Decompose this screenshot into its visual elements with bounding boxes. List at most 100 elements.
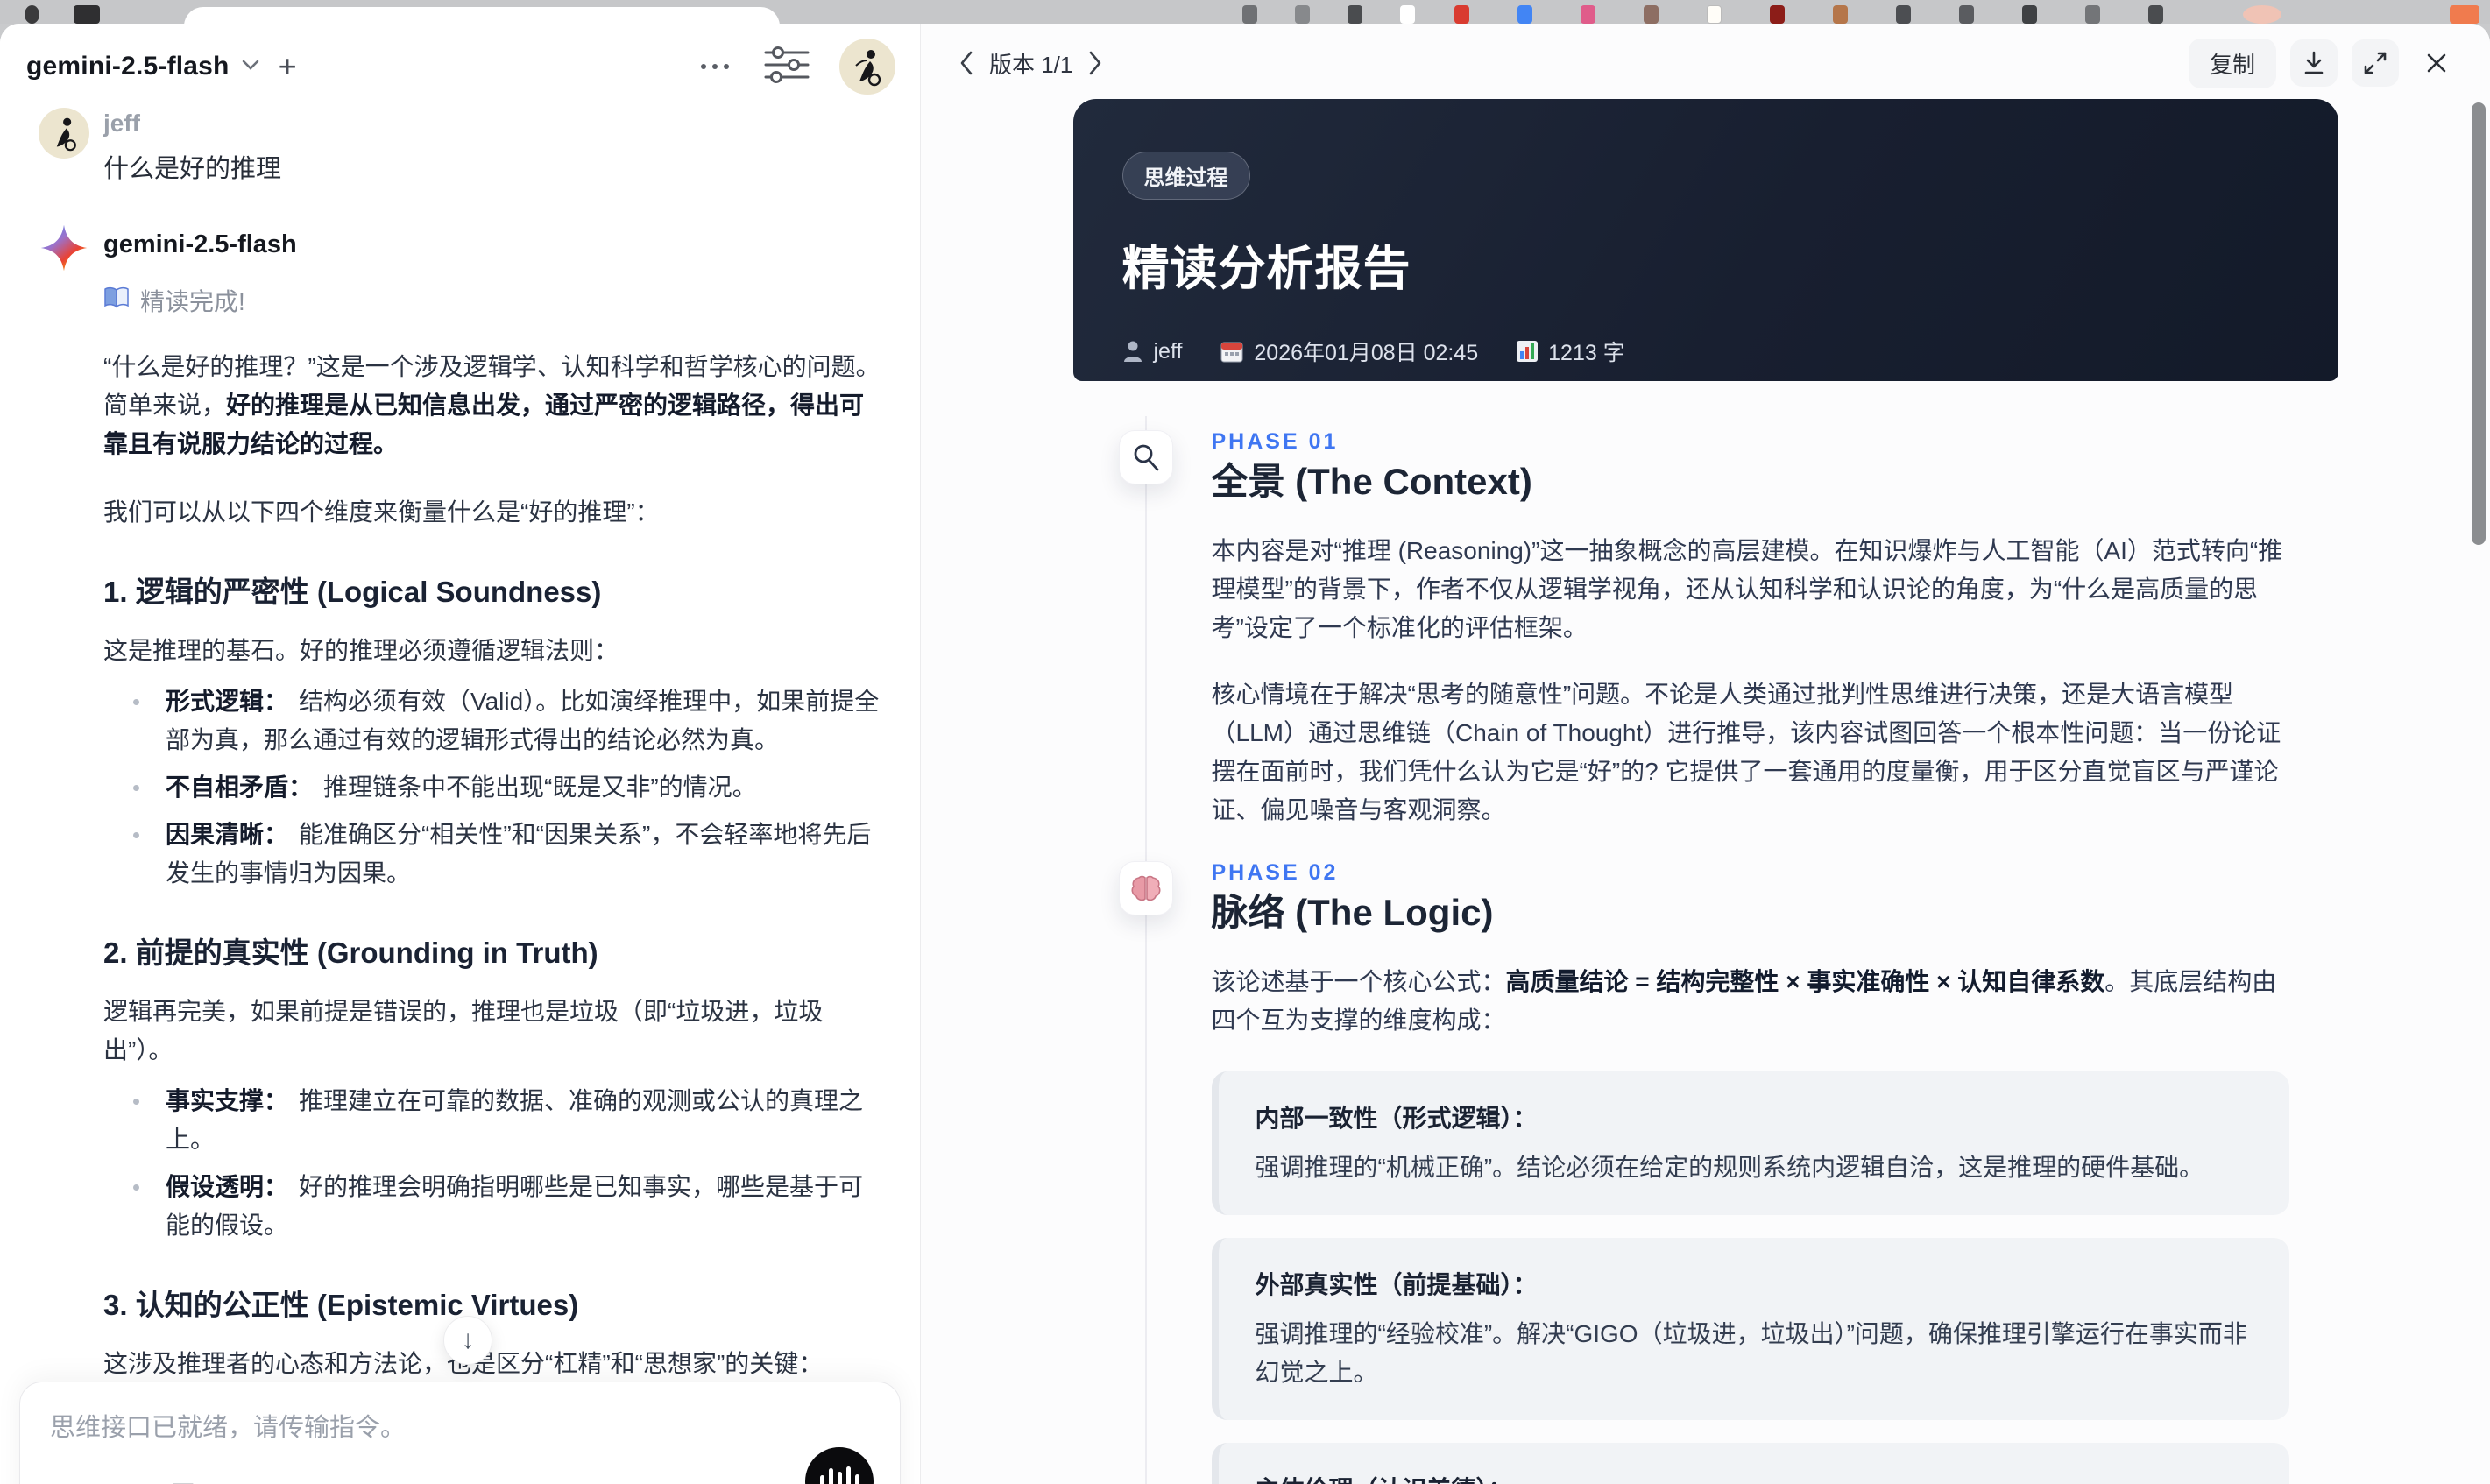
address-bar[interactable] [184, 7, 780, 24]
browser-extension-icon[interactable] [1770, 5, 1785, 24]
assistant-paragraph: 我们可以从以下四个维度来衡量什么是“好的推理”： [103, 498, 660, 526]
voice-input-button[interactable] [805, 1447, 874, 1484]
browser-extension-icon[interactable] [1242, 5, 1257, 24]
report-phases: PHASE 01 全景 (The Context) 本内容是对“推理 (Reas… [1073, 381, 2338, 1484]
model-selector[interactable]: gemini-2.5-flash [26, 52, 230, 81]
section-lead: 这是推理的基石。好的推理必须遵循逻辑法则： [103, 637, 619, 664]
list-item: 事实支撑： 推理建立在可靠的数据、准确的观测或公认的真理之上。 [103, 1082, 881, 1159]
section-heading: 1. 逻辑的严密性 (Logical Soundness) [103, 576, 602, 608]
report-scrollbar[interactable] [2472, 102, 2486, 545]
model-settings-icon[interactable] [764, 46, 810, 88]
user-message-text: 什么是好的推理 [103, 155, 282, 183]
bar-chart-icon [1517, 341, 1539, 362]
arrow-down-icon: ↓ [461, 1325, 475, 1354]
version-nav: 版本 1/1 [958, 47, 1104, 80]
chat-messages: jeff 什么是好的推理 gemini-2.5-flash 精读完成! “什么是… [0, 101, 920, 1484]
bullet-dot [133, 1184, 139, 1191]
chat-input[interactable]: 思维接口已就绪，请传输指令。 [50, 1407, 870, 1444]
prev-version-button[interactable] [958, 50, 975, 76]
list-item: 因果清晰： 能准确区分“相关性”和“因果关系”，不会轻率地将先后发生的事情归为因果… [103, 816, 881, 893]
report-date: 2026年01月08日 02:45 [1220, 336, 1478, 367]
browser-extension-icon[interactable] [1896, 5, 1911, 24]
list-item: 形式逻辑： 结构必须有效（Valid）。比如演绎推理中，如果前提全部为真，那么通过… [103, 682, 881, 760]
phase-title: 全景 (The Context) [1211, 461, 1532, 502]
app-window: gemini-2.5-flash + jeff 什么是好的推理 gemini-2… [0, 24, 2490, 1484]
waveform-icon [837, 1472, 842, 1484]
browser-extension-icon[interactable] [1517, 5, 1532, 24]
expand-button[interactable] [2352, 39, 2399, 87]
browser-profile-avatar[interactable] [2243, 5, 2281, 24]
browser-extension-icon[interactable] [1581, 5, 1595, 24]
magnifier-icon [1118, 430, 1173, 484]
browser-icon[interactable] [74, 5, 100, 24]
phase-label: PHASE 02 [1211, 860, 1339, 885]
next-version-button[interactable] [1086, 50, 1104, 76]
card-text: 强调推理的“机械正确”。结论必须在给定的规则系统内逻辑自洽，这是推理的硬件基础。 [1255, 1154, 2204, 1181]
browser-extension-icon[interactable] [1707, 5, 1722, 24]
section-heading: 2. 前提的真实性 (Grounding in Truth) [103, 936, 598, 969]
list-item: 假设透明： 好的推理会明确指明哪些是已知事实，哪些是基于可能的假设。 [103, 1168, 881, 1245]
status-line: 精读完成! [103, 283, 881, 318]
report-actions: 复制 [2188, 38, 2460, 88]
assistant-paragraph: “什么是好的推理？”这是一个涉及逻辑学、认知科学和哲学核心的问题。简单来说，好的… [103, 353, 881, 457]
composer-toolbar: + [50, 1480, 870, 1484]
phase-title: 脉络 (The Logic) [1211, 892, 1494, 933]
card-title: 内部一致性（形式逻辑）： [1255, 1105, 1538, 1132]
user-message: jeff 什么是好的推理 [39, 108, 894, 185]
close-button[interactable] [2413, 39, 2460, 87]
card-title: 外部真实性（前提基础）： [1255, 1271, 1538, 1298]
card-text: 强调推理的“经验校准”。解决“GIGO（垃圾进，垃圾出）”问题，确保推理引擎运行… [1255, 1320, 2247, 1386]
phase-section: PHASE 01 全景 (The Context) 本内容是对“推理 (Reas… [1118, 429, 2338, 830]
report-title: 精读分析报告 [1121, 243, 1411, 295]
browser-extension-icon[interactable] [2148, 5, 2163, 24]
browser-icon[interactable] [25, 5, 39, 24]
browser-extension-icon[interactable] [1400, 5, 1415, 24]
report-author: jeff [1122, 339, 1182, 364]
waveform-icon [854, 1474, 859, 1484]
bullet-dot [133, 699, 139, 705]
phase-paragraph: 该论述基于一个核心公式：高质量结论 = 结构完整性 × 事实准确性 × 认知自律… [1211, 968, 2277, 1034]
report-word-count: 1213 字 [1517, 336, 1625, 367]
new-chat-button[interactable]: + [279, 51, 297, 82]
section-lead: 这涉及推理者的心态和方法论，也是区分“杠精”和“思想家”的关键： [103, 1345, 881, 1383]
bullet-list: 事实支撑： 推理建立在可靠的数据、准确的观测或公认的真理之上。 假设透明： 好的推理… [103, 1082, 881, 1245]
waveform-icon [828, 1468, 833, 1484]
more-options-button[interactable] [701, 64, 729, 69]
version-label: 版本 1/1 [989, 51, 1073, 78]
attach-button[interactable]: + [50, 1480, 88, 1484]
report-content: 思维过程 精读分析报告 jeff 2026年01月08日 02:45 1213 … [921, 99, 2490, 1484]
chevron-down-icon[interactable] [240, 58, 261, 76]
scroll-to-bottom-button[interactable]: ↓ [443, 1316, 492, 1365]
phase-paragraph: 核心情境在于解决“思考的随意性”问题。不论是人类通过批判性思维进行决策，还是大语… [1211, 681, 2281, 823]
dimension-card: 主体伦理（认识美德）： 转向推理者的心理特征。引入奥卡姆剃刀和反向论证，旨在克服… [1211, 1443, 2289, 1484]
book-icon [103, 286, 130, 315]
person-icon [1123, 341, 1142, 362]
section-heading: 3. 认知的公正性 (Epistemic Virtues) [103, 1289, 579, 1321]
report-hero-card: 思维过程 精读分析报告 jeff 2026年01月08日 02:45 1213 … [1072, 99, 2338, 381]
user-name: jeff [103, 110, 140, 137]
browser-extension-icon[interactable] [2022, 5, 2037, 24]
download-button[interactable] [2290, 39, 2338, 87]
bullet-dot [133, 832, 139, 838]
list-item: 不自相矛盾： 推理链条中不能出现“既是又非”的情况。 [103, 768, 881, 807]
browser-extension-icon[interactable] [1833, 5, 1848, 24]
phase-label: PHASE 01 [1211, 429, 1339, 454]
report-toolbar: 版本 1/1 复制 [921, 24, 2490, 97]
browser-extension-icon[interactable] [2085, 5, 2100, 24]
browser-extension-icon[interactable] [1454, 5, 1469, 24]
copy-button[interactable]: 复制 [2188, 38, 2276, 88]
brain-icon [1118, 861, 1173, 915]
browser-extension-icon[interactable] [1644, 5, 1659, 24]
phase-section: PHASE 02 脉络 (The Logic) 该论述基于一个核心公式：高质量结… [1118, 860, 2338, 1484]
browser-extension-icon[interactable] [1295, 5, 1310, 24]
waveform-icon [845, 1466, 851, 1484]
browser-extension-icon[interactable] [1348, 5, 1362, 24]
assistant-name: gemini-2.5-flash [103, 230, 297, 258]
calendar-icon [1220, 342, 1243, 363]
user-avatar [39, 108, 89, 159]
browser-extension-icon[interactable] [1959, 5, 1974, 24]
user-avatar[interactable] [839, 39, 895, 95]
chat-header: gemini-2.5-flash + [0, 24, 920, 101]
gemini-icon [39, 223, 89, 274]
browser-extension-icon[interactable] [2450, 5, 2479, 24]
